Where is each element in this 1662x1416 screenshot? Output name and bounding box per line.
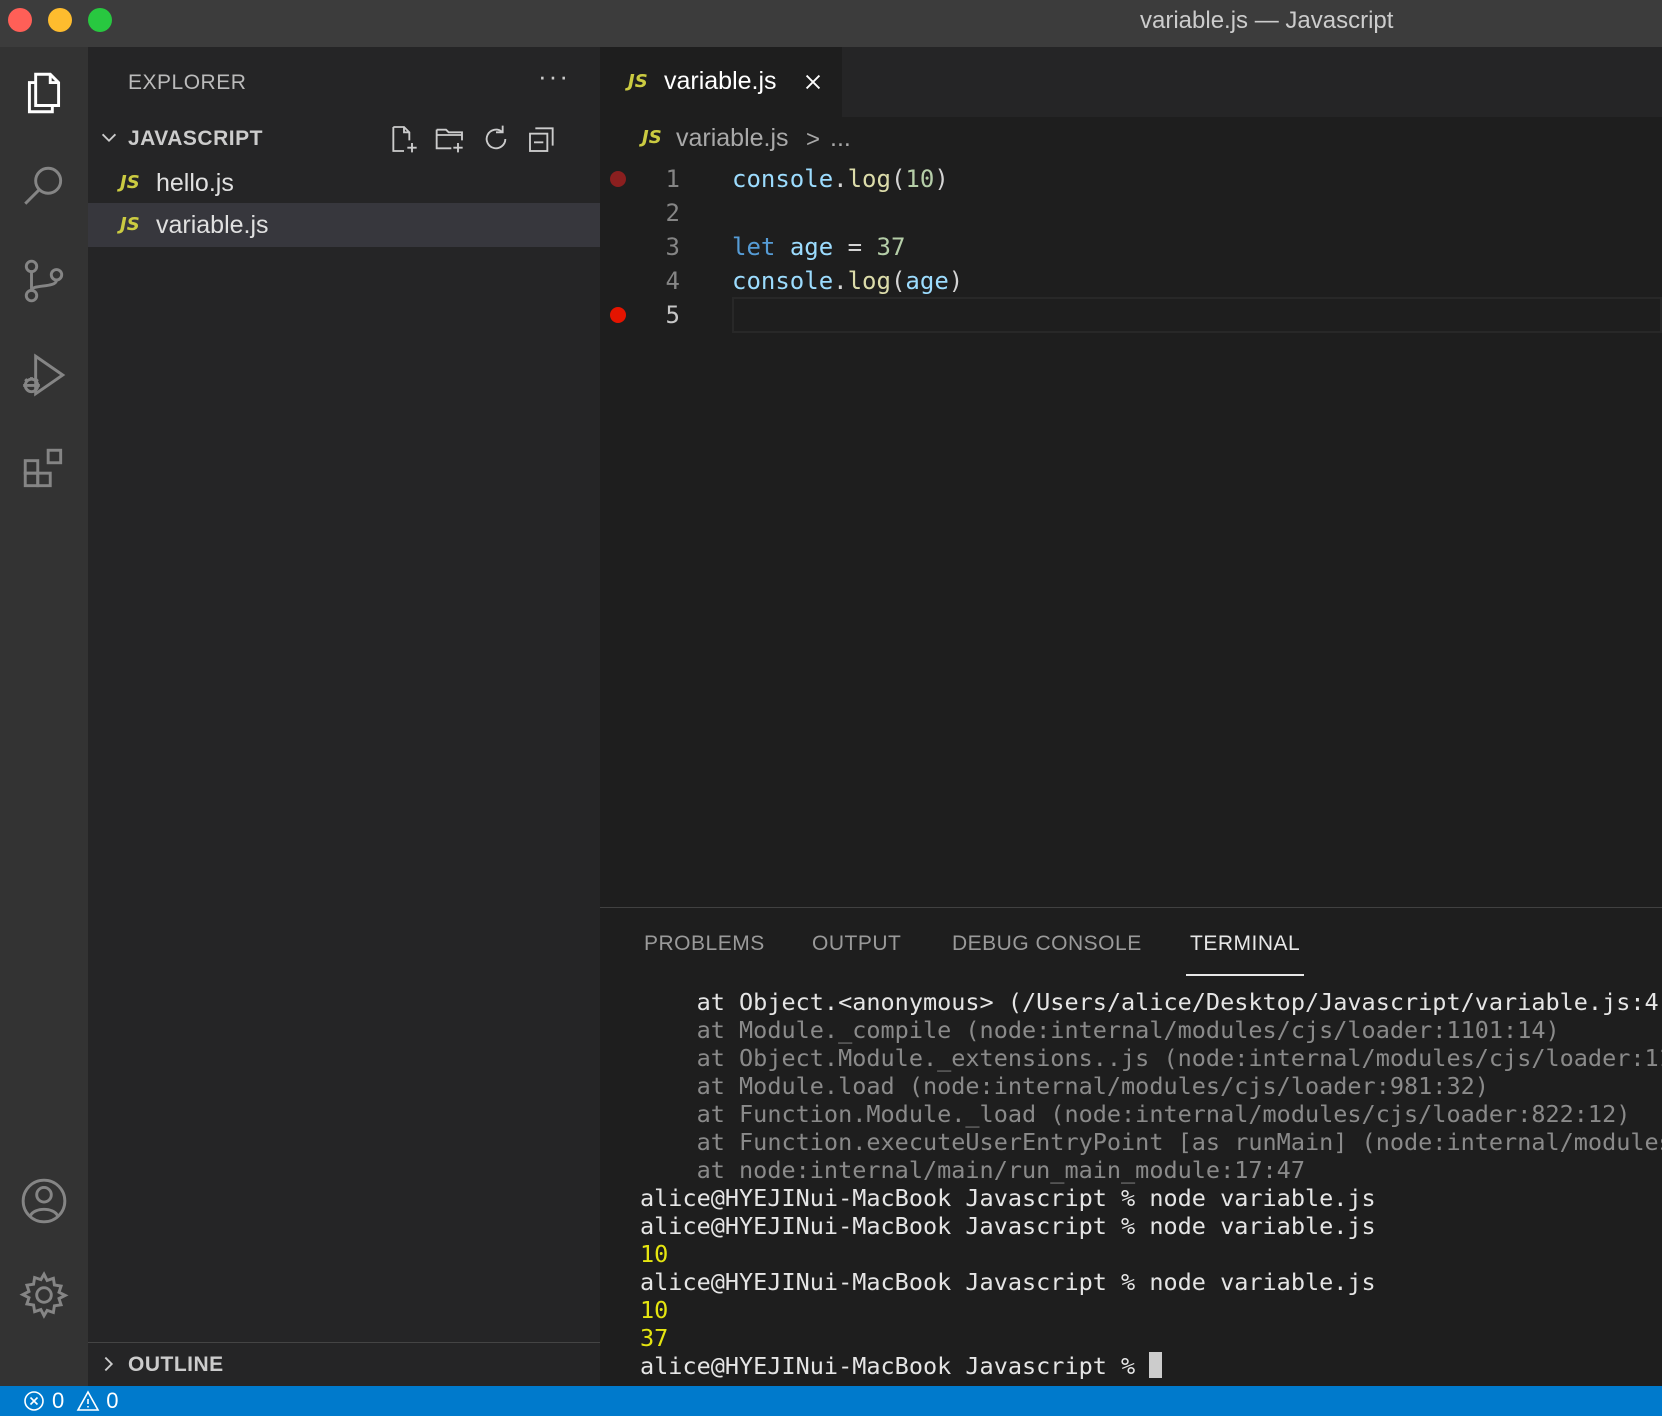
run-debug-button[interactable] xyxy=(14,345,74,405)
new-folder-icon xyxy=(435,128,463,153)
activity-bar xyxy=(0,47,88,1386)
terminal-line: at Module._compile (node:internal/module… xyxy=(640,1016,1560,1044)
code-line-current[interactable]: 5 xyxy=(600,297,1662,333)
line-number: 4 xyxy=(665,267,680,295)
chevron-right-icon xyxy=(104,1356,114,1372)
explorer-title: EXPLORER xyxy=(128,71,247,94)
breadcrumb: JS variable.js > ... xyxy=(600,117,1662,161)
terminal-line: at Function.Module._load (node:internal/… xyxy=(640,1100,1631,1128)
bottom-panel: PROBLEMS OUTPUT DEBUG CONSOLE TERMINAL a… xyxy=(600,907,1662,1386)
problems-status[interactable]: 0 0 xyxy=(22,1387,119,1415)
breadcrumb-separator: > xyxy=(806,126,821,153)
js-file-icon: JS xyxy=(120,214,140,235)
breadcrumb-symbols[interactable]: ... xyxy=(830,124,851,153)
warning-count: 0 xyxy=(106,1388,119,1413)
code-text: console.log(10) xyxy=(732,165,949,193)
terminal-line: at Object.Module._extensions..js (node:i… xyxy=(640,1044,1662,1072)
terminal-line: at Module.load (node:internal/modules/cj… xyxy=(640,1072,1489,1100)
terminal-line: 37 xyxy=(640,1324,669,1352)
search-icon xyxy=(24,166,63,205)
search-button[interactable] xyxy=(14,157,74,217)
code-line[interactable]: 2 xyxy=(600,195,1662,231)
explorer-button[interactable] xyxy=(14,63,74,123)
window-title: variable.js — Javascript xyxy=(1140,7,1394,34)
settings-gear-icon xyxy=(19,1271,69,1319)
code-line[interactable]: 1 console.log(10) xyxy=(600,161,1662,197)
explorer-sidebar: EXPLORER ··· JAVASCRIPT JS hello.js JS v… xyxy=(88,47,600,1386)
refresh-explorer-button[interactable] xyxy=(480,123,512,155)
tab-output[interactable]: OUTPUT xyxy=(812,932,901,956)
files-icon xyxy=(27,72,61,114)
js-file-icon: JS xyxy=(628,71,648,92)
tab-problems[interactable]: PROBLEMS xyxy=(644,932,765,956)
explorer-more-actions-button[interactable]: ··· xyxy=(538,61,570,92)
terminal-line: at Function.executeUserEntryPoint [as ru… xyxy=(640,1128,1662,1156)
accounts-icon xyxy=(21,1178,67,1224)
breakpoint-marker[interactable] xyxy=(610,171,626,187)
line-number: 2 xyxy=(665,199,680,227)
close-icon[interactable] xyxy=(802,71,824,93)
breakpoint-marker[interactable] xyxy=(610,307,626,323)
collapse-folders-button[interactable] xyxy=(526,123,558,155)
terminal-line: 10 xyxy=(640,1240,669,1268)
run-debug-icon xyxy=(23,353,66,397)
file-item-variable-js[interactable]: JS variable.js xyxy=(88,203,600,247)
maximize-window-button[interactable] xyxy=(88,8,112,32)
folder-header-javascript[interactable]: JAVASCRIPT xyxy=(88,117,600,161)
refresh-icon xyxy=(485,125,507,150)
outline-section-header[interactable]: OUTLINE xyxy=(88,1342,600,1386)
editor-tab-bar: JS variable.js xyxy=(600,47,1662,117)
terminal-cursor xyxy=(1149,1352,1163,1378)
new-file-button[interactable] xyxy=(388,123,420,155)
js-file-icon: JS xyxy=(120,172,140,193)
tab-terminal[interactable]: TERMINAL xyxy=(1190,932,1300,956)
file-name: variable.js xyxy=(156,211,269,239)
warning-icon xyxy=(76,1390,100,1411)
file-name: hello.js xyxy=(156,169,234,197)
terminal-line: alice@HYEJINui-MacBook Javascript % node… xyxy=(640,1212,1376,1240)
accounts-button[interactable] xyxy=(14,1171,74,1231)
folder-name: JAVASCRIPT xyxy=(128,127,263,150)
code-line[interactable]: 4 console.log(age) xyxy=(600,263,1662,299)
code-line[interactable]: 3 let age = 37 xyxy=(600,229,1662,265)
manage-settings-button[interactable] xyxy=(14,1265,74,1325)
current-line-highlight xyxy=(732,297,1662,333)
tab-label: variable.js xyxy=(664,67,777,95)
terminal-line: at node:internal/main/run_main_module:17… xyxy=(640,1156,1305,1184)
terminal-line: at Object.<anonymous> (/Users/alice/Desk… xyxy=(640,988,1662,1016)
line-number: 5 xyxy=(665,301,680,329)
source-control-icon xyxy=(24,259,64,303)
terminal-output[interactable]: at Object.<anonymous> (/Users/alice/Desk… xyxy=(640,988,1662,1387)
line-number: 1 xyxy=(665,165,680,193)
editor-area: JS variable.js JS variable.js > ... 1 co… xyxy=(600,47,1662,907)
terminal-line: 10 xyxy=(640,1296,669,1324)
minimize-window-button[interactable] xyxy=(48,8,72,32)
collapse-all-icon xyxy=(529,127,554,152)
error-count: 0 xyxy=(52,1388,65,1413)
terminal-line: alice@HYEJINui-MacBook Javascript % node… xyxy=(640,1268,1376,1296)
status-bar: 0 0 xyxy=(0,1386,1662,1416)
outline-title: OUTLINE xyxy=(128,1353,224,1376)
active-tab-indicator xyxy=(1186,974,1304,976)
code-text: console.log(age) xyxy=(732,267,964,295)
tab-debug-console[interactable]: DEBUG CONSOLE xyxy=(952,932,1142,956)
chevron-down-icon xyxy=(101,133,117,143)
js-file-icon: JS xyxy=(642,127,662,148)
code-text: let age = 37 xyxy=(732,233,906,261)
new-folder-button[interactable] xyxy=(434,123,466,155)
close-window-button[interactable] xyxy=(8,8,32,32)
terminal-line: alice@HYEJINui-MacBook Javascript % xyxy=(640,1352,1662,1380)
error-icon xyxy=(24,1391,44,1411)
file-item-hello-js[interactable]: JS hello.js xyxy=(88,161,600,205)
breadcrumb-file[interactable]: variable.js xyxy=(676,124,789,153)
terminal-line: alice@HYEJINui-MacBook Javascript % node… xyxy=(640,1184,1376,1212)
tab-variable-js[interactable]: JS variable.js xyxy=(600,47,842,117)
source-control-button[interactable] xyxy=(14,251,74,311)
extensions-button[interactable] xyxy=(14,439,74,499)
extensions-icon xyxy=(23,448,63,488)
title-bar: variable.js — Javascript xyxy=(0,0,1662,47)
new-file-icon xyxy=(392,126,417,153)
line-number: 3 xyxy=(665,233,680,261)
